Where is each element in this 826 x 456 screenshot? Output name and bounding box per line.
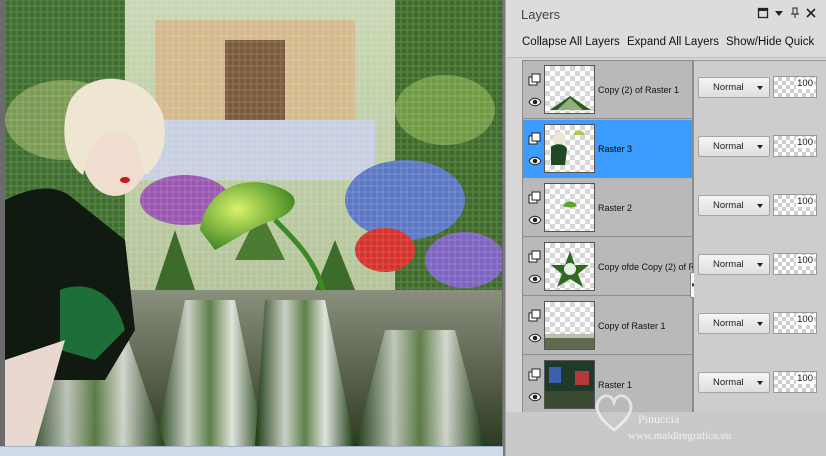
pin-icon[interactable] (788, 7, 801, 20)
chevron-down-icon (757, 263, 763, 267)
layer-group-icon[interactable] (528, 250, 542, 264)
chevron-down-icon (757, 86, 763, 90)
options-dropdown-icon[interactable] (772, 7, 785, 20)
watermark: Pinuccia www.maidiregrafica.eu (588, 386, 826, 450)
layer-thumbnail (544, 301, 595, 350)
panel-titlebar[interactable]: Layers (506, 0, 826, 28)
layer-thumbnail (544, 65, 595, 114)
layer-thumbnail (544, 183, 595, 232)
visibility-eye-icon[interactable] (528, 390, 542, 404)
layer-group-icon[interactable] (528, 132, 542, 146)
layer-group-icon[interactable] (528, 309, 542, 323)
layer-properties-row: Normal 100 (694, 238, 826, 297)
watermark-name: Pinuccia (638, 412, 680, 426)
layer-name: Copy ofde Copy (2) of R (598, 262, 696, 272)
chevron-down-icon (757, 204, 763, 208)
expand-all-layers-button[interactable]: Expand All Layers (627, 36, 719, 48)
close-icon[interactable] (804, 7, 817, 20)
layer-list: Copy (2) of Raster 1 Raster 3 Raster 2 C… (522, 60, 696, 414)
layer-name: Raster 3 (598, 144, 633, 154)
opacity-field[interactable]: 100 (773, 135, 817, 157)
opacity-field[interactable]: 100 (773, 253, 817, 275)
layer-row[interactable]: Copy ofde Copy (2) of R (523, 238, 696, 296)
panel-title: Layers (521, 7, 561, 22)
layer-properties-row: Normal 100 (694, 179, 826, 238)
visibility-eye-icon[interactable] (528, 213, 542, 227)
visibility-eye-icon[interactable] (528, 154, 542, 168)
layer-group-icon[interactable] (528, 191, 542, 205)
blend-mode-dropdown[interactable]: Normal (698, 313, 770, 334)
heart-logo-icon (595, 394, 633, 432)
layer-group-icon[interactable] (528, 368, 542, 382)
watermark-url: www.maidiregrafica.eu (628, 430, 732, 442)
layer-row[interactable]: Copy of Raster 1 (523, 297, 692, 355)
canvas-pane (0, 0, 503, 456)
blend-mode-dropdown[interactable]: Normal (698, 77, 770, 98)
layer-properties-column: Normal 100 Normal 100 Normal 100 Normal … (694, 60, 826, 412)
blend-mode-dropdown[interactable]: Normal (698, 195, 770, 216)
layer-thumbnail (544, 242, 595, 291)
visibility-eye-icon[interactable] (528, 95, 542, 109)
layer-name: Copy (2) of Raster 1 (598, 85, 680, 95)
app-window: Layers Collapse All Layers Expand All La… (0, 0, 826, 456)
layer-properties-row: Normal 100 (694, 120, 826, 179)
layer-properties-row: Normal 100 (694, 297, 826, 356)
blend-mode-dropdown[interactable]: Normal (698, 254, 770, 275)
layer-name: Raster 2 (598, 203, 633, 213)
canvas-status-strip (0, 446, 503, 456)
show-hide-quick-button[interactable]: Show/Hide Quick (726, 36, 814, 48)
layer-row[interactable]: Raster 2 (523, 179, 692, 237)
chevron-down-icon (757, 145, 763, 149)
visibility-eye-icon[interactable] (528, 272, 542, 286)
opacity-field[interactable]: 100 (773, 194, 817, 216)
layer-thumbnail (544, 124, 595, 173)
layer-row[interactable]: Copy (2) of Raster 1 (523, 61, 692, 119)
layer-name: Copy of Raster 1 (598, 321, 666, 331)
layer-properties-row: Normal 100 (694, 61, 826, 120)
panel-toolbar: Collapse All Layers Expand All Layers Sh… (506, 28, 826, 58)
canvas-image[interactable] (5, 0, 502, 446)
layer-row-selected[interactable]: Raster 3 (523, 120, 692, 178)
opacity-field[interactable]: 100 (773, 312, 817, 334)
blend-mode-dropdown[interactable]: Normal (698, 136, 770, 157)
visibility-eye-icon[interactable] (528, 331, 542, 345)
opacity-field[interactable]: 100 (773, 76, 817, 98)
layer-group-icon[interactable] (528, 73, 542, 87)
collapse-all-layers-button[interactable]: Collapse All Layers (522, 36, 620, 48)
chevron-down-icon (757, 381, 763, 385)
chevron-down-icon (757, 322, 763, 326)
maximize-icon[interactable] (756, 7, 769, 20)
